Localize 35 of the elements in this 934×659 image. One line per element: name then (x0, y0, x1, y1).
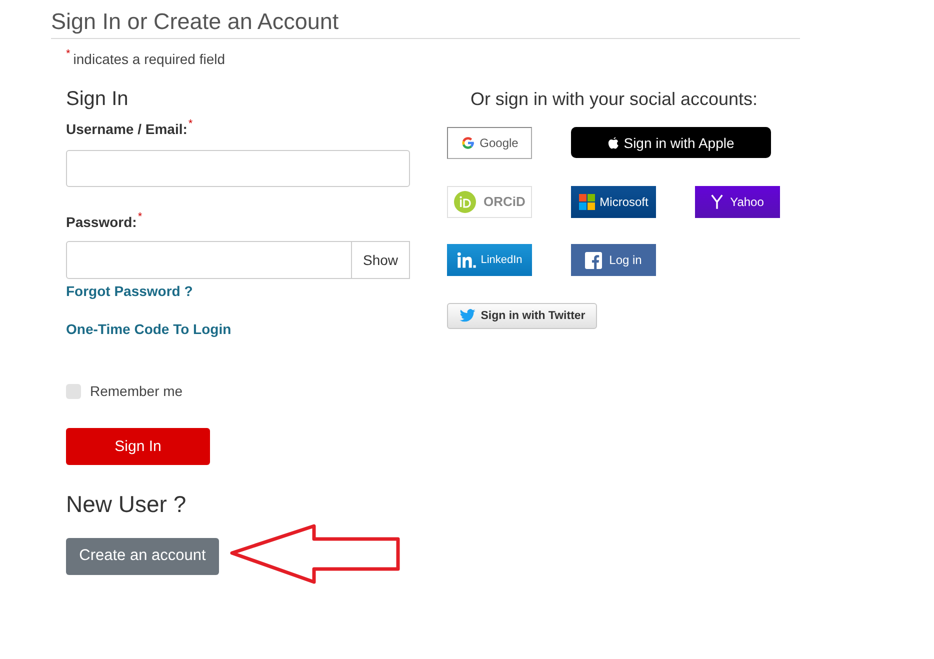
four-squares-icon (578, 194, 595, 210)
show-password-button[interactable]: Show (352, 241, 410, 279)
twitter-sign-in-button[interactable]: Sign in with Twitter (447, 302, 597, 328)
apple-logo-icon (608, 136, 619, 148)
page-title: Sign In or Create an Account (51, 8, 339, 36)
required-asterisk: * (188, 119, 193, 130)
apple-sign-in-button[interactable]: Sign in with Apple (571, 127, 771, 158)
social-accounts-heading: Or sign in with your social accounts: (470, 88, 758, 111)
field-label: Password: (66, 213, 137, 232)
google-sign-in-button[interactable]: Google (447, 127, 532, 159)
yahoo-sign-in-button[interactable]: Yahoo (695, 186, 780, 218)
linkedin-sign-in-button[interactable]: LinkedIn (447, 244, 532, 276)
username-field[interactable] (66, 150, 410, 187)
field-label: Username / Email: (66, 120, 188, 139)
one-time-code-link[interactable]: One-Time Code To Login (66, 319, 232, 339)
remember-me-label: Remember me (90, 382, 183, 401)
microsoft-sign-in-button[interactable]: Microsoft (571, 186, 656, 218)
facebook-login-button[interactable]: Log in (571, 244, 656, 276)
required-asterisk: * (66, 49, 70, 60)
in-logo-icon (456, 252, 476, 268)
new-user-heading: New User ? (66, 490, 186, 519)
forgot-password-link[interactable]: Forgot Password ? (66, 281, 193, 301)
y-logo-icon (711, 194, 724, 210)
remember-me-checkbox[interactable] (66, 384, 81, 398)
bird-icon (458, 309, 476, 322)
orcid-sign-in-button[interactable]: ORCiD (447, 186, 532, 218)
sign-in-button[interactable]: Sign In (66, 428, 210, 465)
id-logo-icon (454, 190, 476, 212)
required-field-note: indicates a required field (73, 50, 226, 69)
sign-in-heading: Sign In (66, 87, 128, 112)
required-asterisk: * (138, 212, 142, 223)
g-logo-icon (460, 136, 475, 150)
password-field[interactable] (66, 241, 352, 279)
create-account-button[interactable]: Create an account (66, 538, 219, 574)
f-logo-icon (585, 252, 602, 268)
